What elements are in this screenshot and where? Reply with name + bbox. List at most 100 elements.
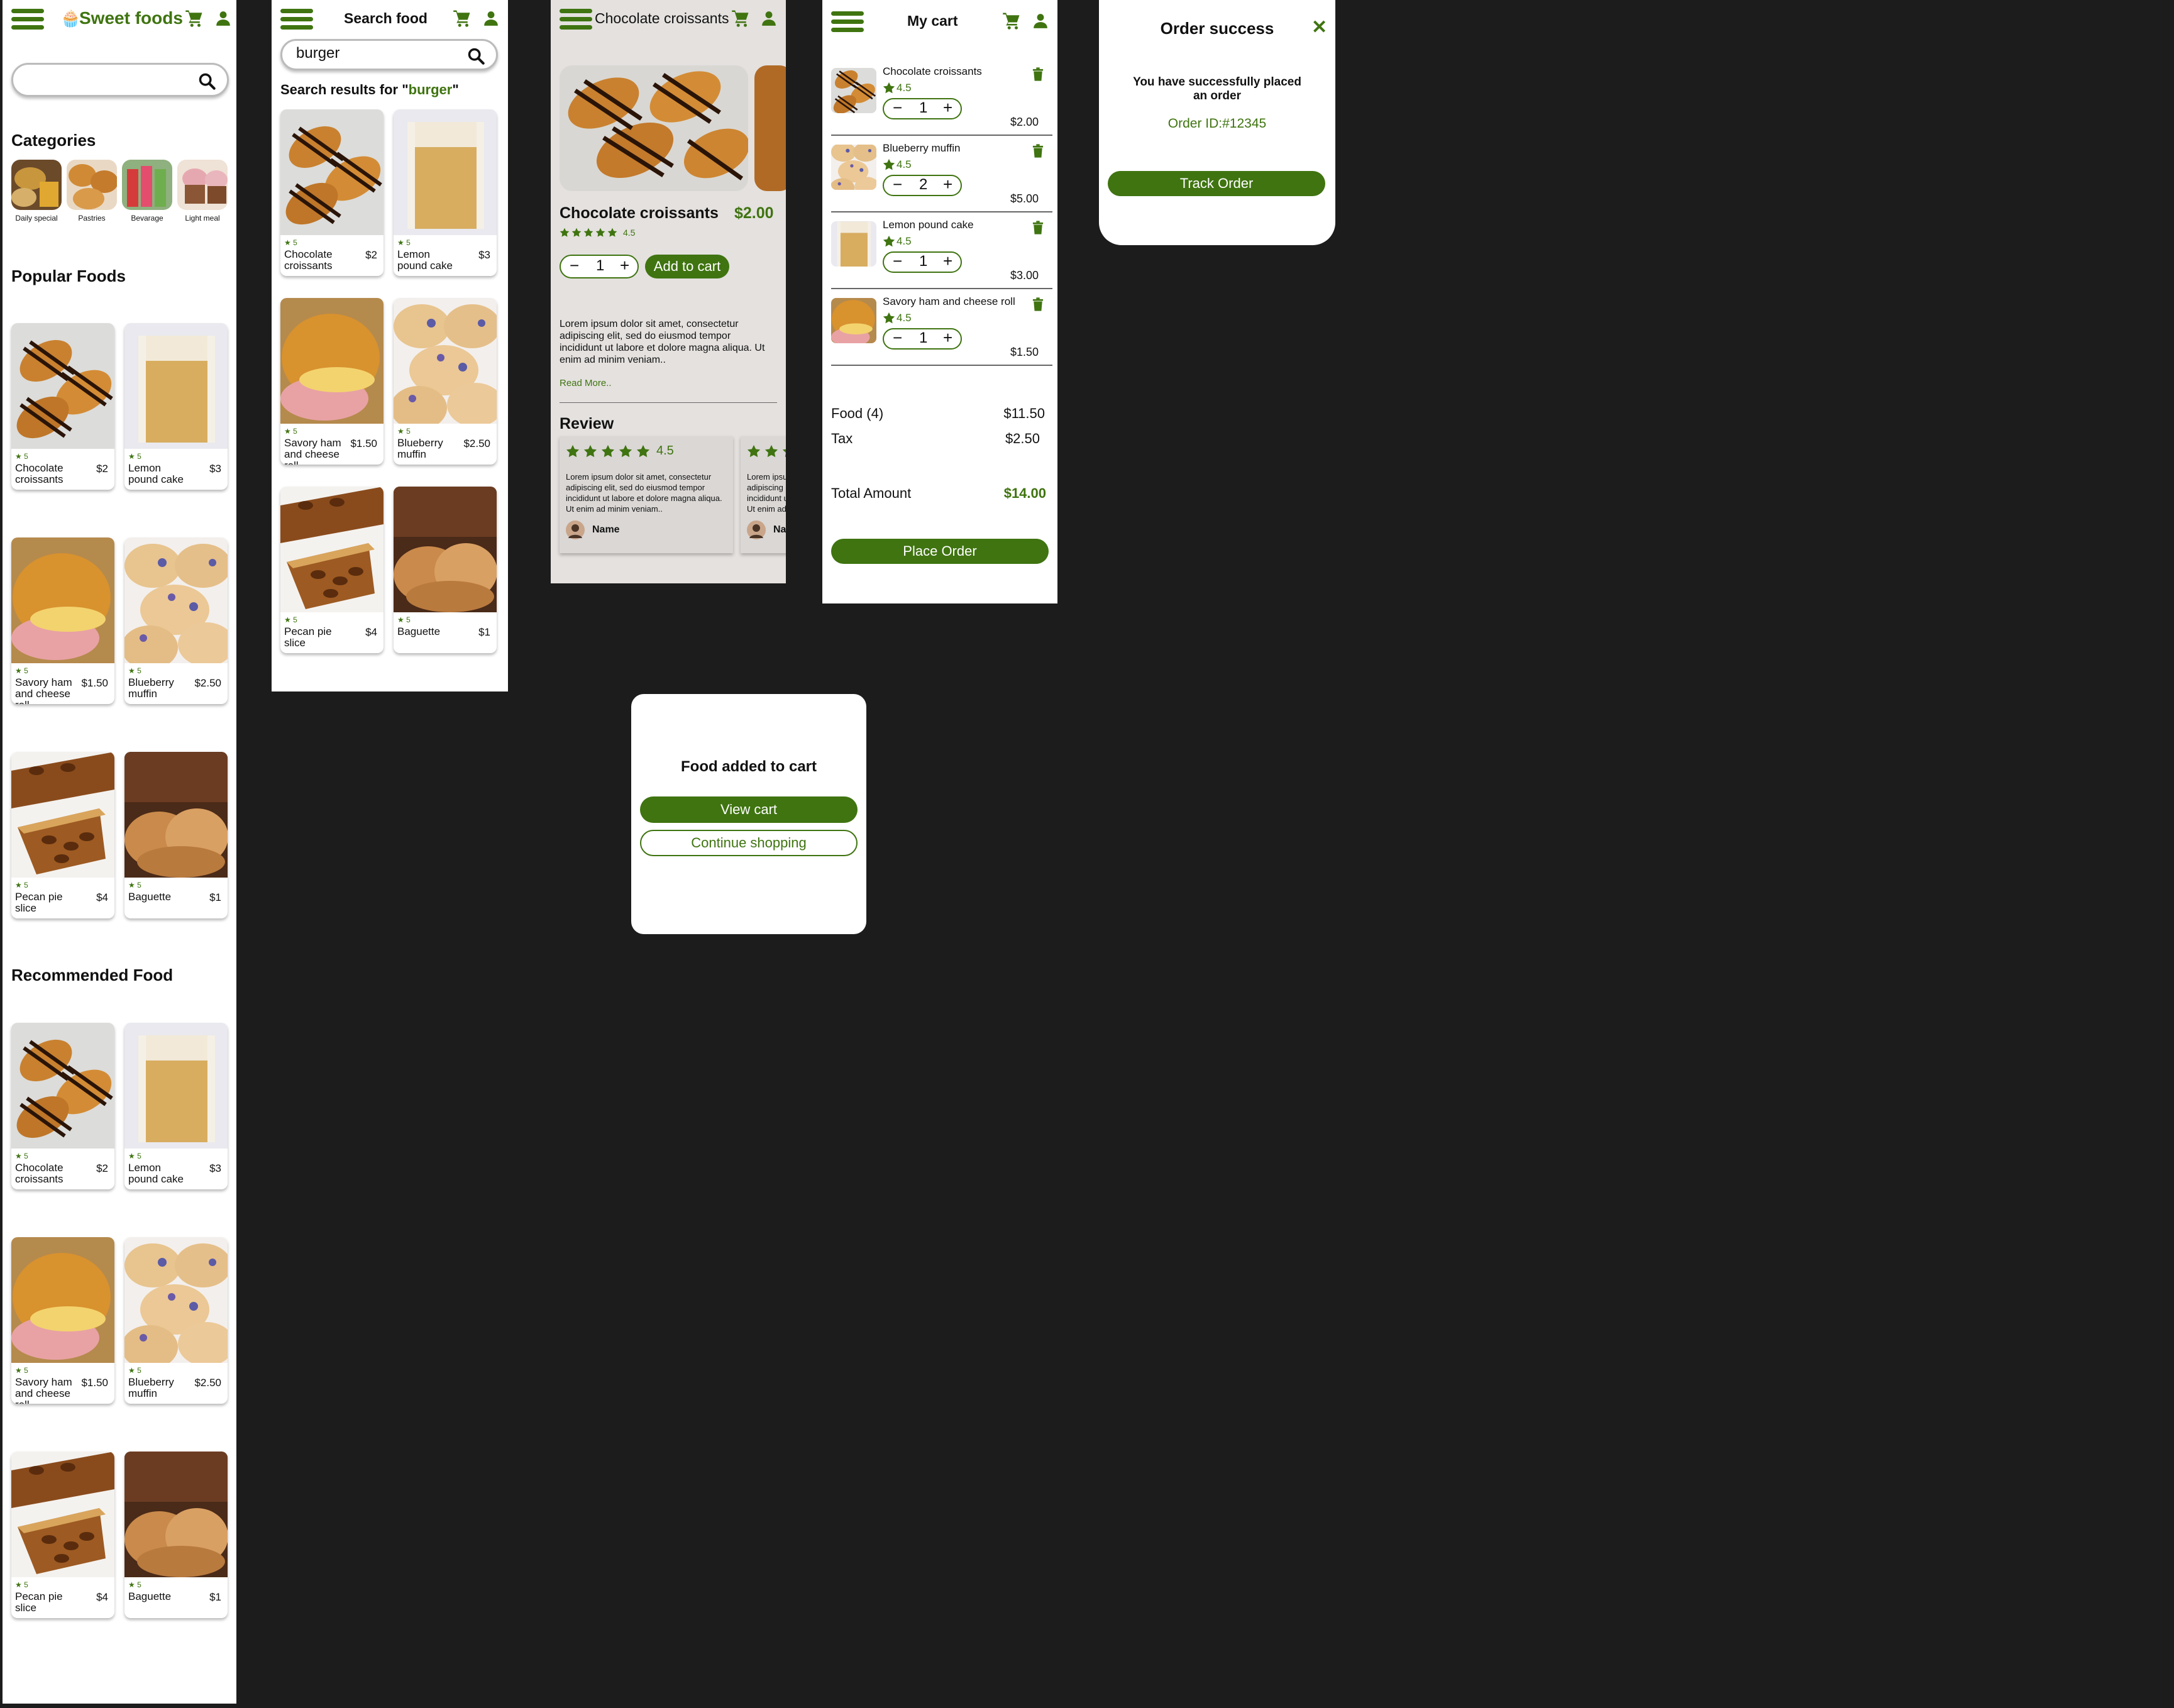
plus-button[interactable]: + xyxy=(620,256,629,275)
star-icon: ★ xyxy=(15,1152,22,1160)
minus-button[interactable]: − xyxy=(893,98,902,118)
food-card[interactable]: ★ 5 Baguette $1 xyxy=(124,1452,228,1618)
category-item[interactable] xyxy=(67,160,117,210)
category-item[interactable] xyxy=(122,160,172,210)
food-card[interactable]: ★ 5Savory ham and cheese roll $1.50 xyxy=(11,537,114,704)
quantity-stepper[interactable]: −1 + xyxy=(883,98,962,119)
cart-item-price: $1.50 xyxy=(1010,346,1039,358)
category-label: Daily special xyxy=(15,214,58,223)
trash-icon[interactable] xyxy=(1032,67,1044,82)
food-card[interactable]: ★ 5 Pecan pie slice $4 xyxy=(280,487,383,653)
add-to-cart-button[interactable]: Add to cart xyxy=(645,255,729,278)
divider xyxy=(831,365,1052,366)
trash-icon[interactable] xyxy=(1032,143,1044,158)
trash-icon[interactable] xyxy=(1032,220,1044,235)
food-card[interactable]: ★ 5Savory ham and cheese roll $1.50 xyxy=(280,298,383,465)
food-card[interactable]: ★ 5 Blueberry muffin $2.50 xyxy=(124,537,228,704)
food-card[interactable]: ★ 5 Lemon pound cake $3 xyxy=(124,323,228,490)
food-rating: ★ 5 xyxy=(284,238,297,247)
star-icon: ★ xyxy=(128,1580,135,1589)
cart-icon[interactable] xyxy=(185,9,204,28)
food-card[interactable]: ★ 5 Chocolate croissants $2 xyxy=(11,323,114,490)
food-rating: ★ 5 xyxy=(128,1152,141,1160)
food-card[interactable]: ★ 5 Lemon pound cake $3 xyxy=(394,109,497,276)
star-icon xyxy=(782,444,786,458)
food-price: $2.50 xyxy=(194,1377,221,1389)
menu-icon[interactable] xyxy=(831,11,864,33)
cart-item-rating: 4.5 xyxy=(883,312,912,324)
cart-item: Blueberry muffin 4.5 −2 + $5.00 xyxy=(822,140,1057,216)
cart-icon[interactable] xyxy=(731,9,750,28)
minus-button[interactable]: − xyxy=(893,328,902,348)
product-description: Lorem ipsum dolor sit amet, consectetur … xyxy=(560,319,765,365)
menu-icon[interactable] xyxy=(280,9,313,30)
category-item[interactable] xyxy=(177,160,228,210)
food-rating: ★ 5 xyxy=(128,666,141,675)
star-icon: ★ xyxy=(15,1366,22,1375)
search-icon[interactable] xyxy=(198,72,216,90)
recommended-food-title: Recommended Food xyxy=(11,966,174,984)
plus-button[interactable]: + xyxy=(943,98,952,118)
quantity-value: 2 xyxy=(919,176,928,193)
read-more-link[interactable]: Read More.. xyxy=(560,378,612,388)
cart-item-name: Chocolate croissants xyxy=(883,65,982,77)
food-image xyxy=(394,109,497,235)
divider xyxy=(560,402,777,403)
minus-button[interactable]: − xyxy=(893,251,902,271)
food-card[interactable]: ★ 5 Pecan pie slice $4 xyxy=(11,752,114,918)
close-icon[interactable]: ✕ xyxy=(1311,16,1327,38)
trash-icon[interactable] xyxy=(1032,297,1044,312)
user-icon[interactable] xyxy=(761,9,777,27)
search-field[interactable] xyxy=(11,63,229,97)
modal-title: Food added to cart xyxy=(681,758,817,775)
view-cart-button[interactable]: View cart xyxy=(640,796,858,823)
cart-item-price: $5.00 xyxy=(1010,192,1039,205)
food-name: Savory ham and cheese roll xyxy=(284,437,341,465)
food-card[interactable]: ★ 5 Chocolate croissants $2 xyxy=(11,1023,114,1189)
plus-button[interactable]: + xyxy=(943,175,952,194)
review-card: 4.5 Lorem ipsum dolor sit amet, consectet… xyxy=(560,436,733,553)
place-order-button[interactable]: Place Order xyxy=(831,539,1049,564)
search-input[interactable] xyxy=(27,70,184,87)
quantity-stepper[interactable]: −2 + xyxy=(883,175,962,196)
category-item[interactable] xyxy=(11,160,62,210)
category-label: Pastries xyxy=(78,214,106,223)
quantity-stepper[interactable]: −1 + xyxy=(883,328,962,350)
minus-button[interactable]: − xyxy=(893,175,902,194)
user-icon[interactable] xyxy=(215,9,231,27)
menu-icon[interactable] xyxy=(560,9,592,30)
continue-shopping-button[interactable]: Continue shopping xyxy=(640,830,858,856)
search-icon[interactable] xyxy=(467,47,485,65)
minus-button[interactable]: − xyxy=(570,256,579,275)
plus-button[interactable]: + xyxy=(943,328,952,348)
food-card[interactable]: ★ 5 Lemon pound cake $3 xyxy=(124,1023,228,1189)
food-card[interactable]: ★ 5 Blueberry muffin $2.50 xyxy=(394,298,497,465)
food-card[interactable]: ★ 5Savory ham and cheese roll $1.50 xyxy=(11,1237,114,1404)
food-card[interactable]: ★ 5 Baguette $1 xyxy=(124,752,228,918)
food-card[interactable]: ★ 5 Blueberry muffin $2.50 xyxy=(124,1237,228,1404)
search-field[interactable] xyxy=(280,39,498,70)
food-price: $1.50 xyxy=(350,438,377,449)
food-card[interactable]: ★ 5 Baguette $1 xyxy=(394,487,497,653)
cart-icon[interactable] xyxy=(1002,11,1021,30)
food-card[interactable]: ★ 5 Pecan pie slice $4 xyxy=(11,1452,114,1618)
star-icon: ★ xyxy=(128,666,135,675)
plus-button[interactable]: + xyxy=(943,251,952,271)
track-order-button[interactable]: Track Order xyxy=(1108,171,1325,196)
cart-icon[interactable] xyxy=(453,9,472,28)
user-icon[interactable] xyxy=(483,9,499,27)
food-rating: ★ 5 xyxy=(284,427,297,436)
food-name: Pecan pie slice xyxy=(284,625,332,649)
food-name: Chocolate croissants xyxy=(15,1162,63,1185)
rating-value: 4.5 xyxy=(897,235,912,247)
food-rating: ★ 5 xyxy=(397,238,411,247)
quantity-stepper[interactable]: −1 + xyxy=(883,251,962,273)
divider xyxy=(831,135,1052,136)
search-input[interactable] xyxy=(296,45,453,62)
review-text: Lorem ipsum dolor sit amet, consectetur … xyxy=(747,472,786,514)
menu-icon[interactable] xyxy=(11,9,44,30)
rating-value: 5 xyxy=(406,238,411,247)
user-icon[interactable] xyxy=(1032,12,1049,30)
quantity-stepper[interactable]: − 1 + xyxy=(560,255,639,278)
food-card[interactable]: ★ 5 Chocolate croissants $2 xyxy=(280,109,383,276)
